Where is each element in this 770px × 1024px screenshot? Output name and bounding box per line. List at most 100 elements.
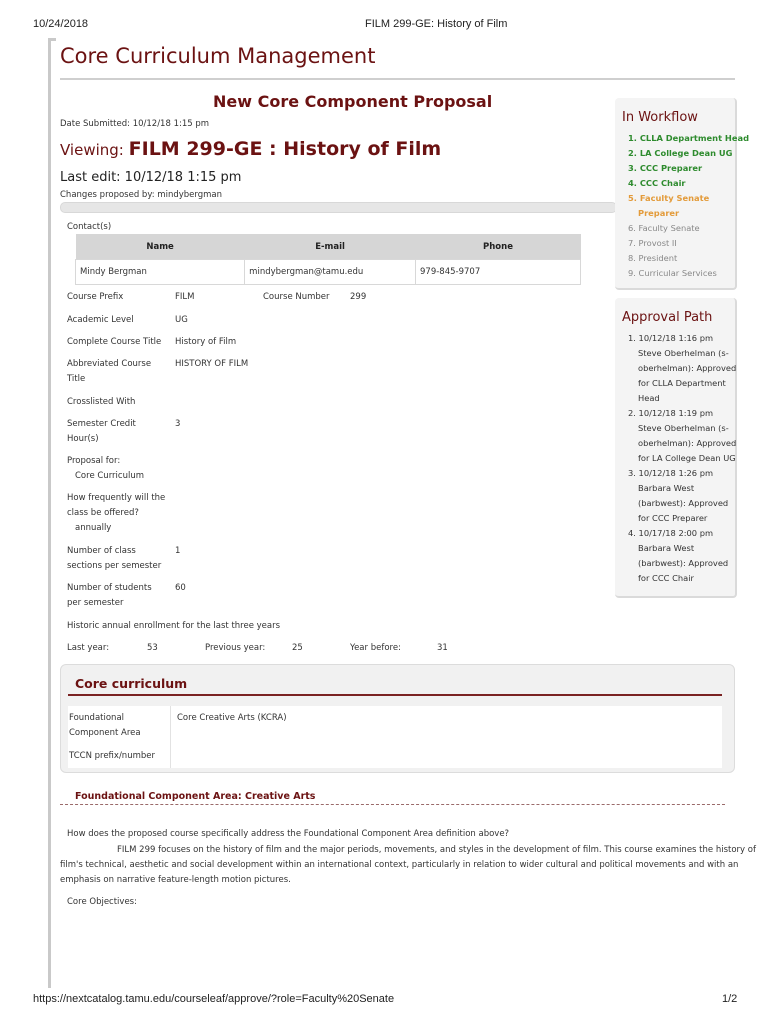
proposal-heading: New Core Component Proposal xyxy=(213,92,493,111)
viewing-line: Viewing: FILM 299-GE : History of Film xyxy=(60,138,441,160)
core-column-divider xyxy=(170,706,171,768)
approval-line: for CLLA Department xyxy=(638,378,726,388)
column-header-email: E-mail xyxy=(244,234,416,260)
date-submitted: Date Submitted: 10/12/18 1:15 pm xyxy=(60,119,210,129)
approval-line: oberhelman): Approved xyxy=(638,363,737,373)
approval-line: 1. 10/12/18 1:16 pm xyxy=(628,333,714,343)
year-before-value: 31 xyxy=(437,643,448,653)
workflow-step-2[interactable]: 2. LA College Dean UG xyxy=(628,146,732,161)
last-edit: Last edit: 10/12/18 1:15 pm xyxy=(60,170,242,185)
fca-value: Core Creative Arts (KCRA) xyxy=(177,713,287,723)
approval-line: for LA College Dean UG xyxy=(638,453,736,463)
abbrev-title-value: HISTORY OF FILM xyxy=(175,359,249,369)
students-label-line-1: Number of students xyxy=(67,583,152,593)
abbrev-title-label: Abbreviated Course Title xyxy=(67,357,151,387)
approval-line: oberhelman): Approved xyxy=(638,438,737,448)
credit-label-line-2: Hour(s) xyxy=(67,434,99,444)
frequency-label: How frequently will the class be offered… xyxy=(67,491,165,521)
contacts-label: Contact(s) xyxy=(67,222,112,232)
approval-line: Barbara West xyxy=(638,483,695,493)
fca-label-line-2: Component Area xyxy=(69,728,141,738)
last-year-label: Last year: xyxy=(67,643,110,653)
fca-section-title: Foundational Component Area: Creative Ar… xyxy=(75,791,316,802)
approval-line: 3. 10/12/18 1:26 pm xyxy=(628,468,714,478)
course-prefix-value: FILM xyxy=(175,292,195,302)
frequency-value: annually xyxy=(75,523,112,533)
credit-label: Semester Credit Hour(s) xyxy=(67,417,136,447)
workflow-step-6[interactable]: 6. Faculty Senate xyxy=(628,221,700,236)
frequency-label-line-1: How frequently will the xyxy=(67,493,166,503)
approval-line: Steve Oberhelman (s- xyxy=(638,423,729,433)
abbrev-title-label-line-2: Title xyxy=(67,374,86,384)
core-curriculum-divider xyxy=(68,694,722,696)
approval-line: (barbwest): Approved xyxy=(638,498,729,508)
proposal-for-label: Proposal for: xyxy=(67,456,121,466)
print-page-title: FILM 299-GE: History of Film xyxy=(365,18,508,30)
sections-value: 1 xyxy=(175,546,181,556)
viewing-label: Viewing: xyxy=(60,141,124,159)
workflow-step-5-continued[interactable]: Preparer xyxy=(638,206,679,221)
approval-line: Head xyxy=(638,393,660,403)
left-border xyxy=(48,38,51,988)
complete-title-value: History of Film xyxy=(175,337,237,347)
approval-line: for CCC Preparer xyxy=(638,513,708,523)
print-date: 10/24/2018 xyxy=(33,18,89,30)
contacts-header-row: Name E-mail Phone xyxy=(75,234,581,260)
workflow-step-8[interactable]: 8. President xyxy=(628,251,677,266)
fca-section-divider xyxy=(60,804,725,805)
workflow-step-7[interactable]: 7. Provost II xyxy=(628,236,677,251)
workflow-step-3[interactable]: 3. CCC Preparer xyxy=(628,161,702,176)
approval-path-title: Approval Path xyxy=(622,310,713,325)
approval-line: 2. 10/12/18 1:19 pm xyxy=(628,408,714,418)
contact-phone: 979-845-9707 xyxy=(415,259,581,285)
workflow-step-9[interactable]: 9. Curricular Services xyxy=(628,266,717,281)
previous-year-label: Previous year: xyxy=(205,643,266,653)
contact-name: Mindy Bergman xyxy=(74,259,246,285)
frequency-label-line-2: class be offered? xyxy=(67,508,139,518)
print-page-number: 1/2 xyxy=(722,993,738,1005)
course-prefix-label: Course Prefix xyxy=(67,292,124,302)
academic-level-label: Academic Level xyxy=(67,315,134,325)
fca-answer-line-1: FILM 299 focuses on the history of film … xyxy=(117,845,756,855)
horizontal-scrollbar[interactable] xyxy=(60,202,617,213)
app-title: Core Curriculum Management xyxy=(60,44,376,68)
credit-label-line-1: Semester Credit xyxy=(67,419,136,429)
core-curriculum-title: Core curriculum xyxy=(75,676,188,691)
workflow-step-4[interactable]: 4. CCC Chair xyxy=(628,176,686,191)
sections-label-line-1: Number of class xyxy=(67,546,136,556)
students-label: Number of students per semester xyxy=(67,581,152,611)
core-objectives-label: Core Objectives: xyxy=(67,897,137,907)
course-number-value: 299 xyxy=(350,292,367,302)
sections-label-line-2: sections per semester xyxy=(67,561,162,571)
table-row: Mindy Bergman mindybergman@tamu.edu 979-… xyxy=(74,259,581,285)
course-title: FILM 299-GE : History of Film xyxy=(128,138,442,160)
course-number-label: Course Number xyxy=(263,292,330,302)
core-curriculum-table xyxy=(68,706,722,768)
fca-label: Foundational Component Area xyxy=(69,711,141,741)
approval-line: for CCC Chair xyxy=(638,573,694,583)
proposal-for-value: Core Curriculum xyxy=(75,471,144,481)
sections-label: Number of class sections per semester xyxy=(67,544,161,574)
fca-answer-line-3: emphasis on narrative feature-length mot… xyxy=(60,875,291,885)
fca-question: How does the proposed course specificall… xyxy=(67,829,510,839)
left-border-top xyxy=(48,38,56,41)
previous-year-value: 25 xyxy=(292,643,303,653)
column-header-phone: Phone xyxy=(415,234,581,260)
workflow-step-5-current[interactable]: 5. Faculty Senate xyxy=(628,191,709,206)
year-before-label: Year before: xyxy=(350,643,401,653)
complete-title-label: Complete Course Title xyxy=(67,337,162,347)
fca-label-line-1: Foundational xyxy=(69,713,125,723)
approval-line: Barbara West xyxy=(638,543,695,553)
fca-answer-line-2: film's technical, aesthetic and social d… xyxy=(60,860,739,870)
print-url: https://nextcatalog.tamu.edu/courseleaf/… xyxy=(33,993,395,1005)
approval-line: (barbwest): Approved xyxy=(638,558,729,568)
enrollment-label: Historic annual enrollment for the last … xyxy=(67,621,281,631)
crosslisted-label: Crosslisted With xyxy=(67,397,136,407)
changes-proposed-by: Changes proposed by: mindybergman xyxy=(60,190,222,200)
abbrev-title-label-line-1: Abbreviated Course xyxy=(67,359,152,369)
credit-value: 3 xyxy=(175,419,181,429)
workflow-title: In Workflow xyxy=(622,110,698,125)
students-value: 60 xyxy=(175,583,186,593)
workflow-step-1[interactable]: 1. CLLA Department Head xyxy=(628,131,749,146)
approval-line: Steve Oberhelman (s- xyxy=(638,348,729,358)
